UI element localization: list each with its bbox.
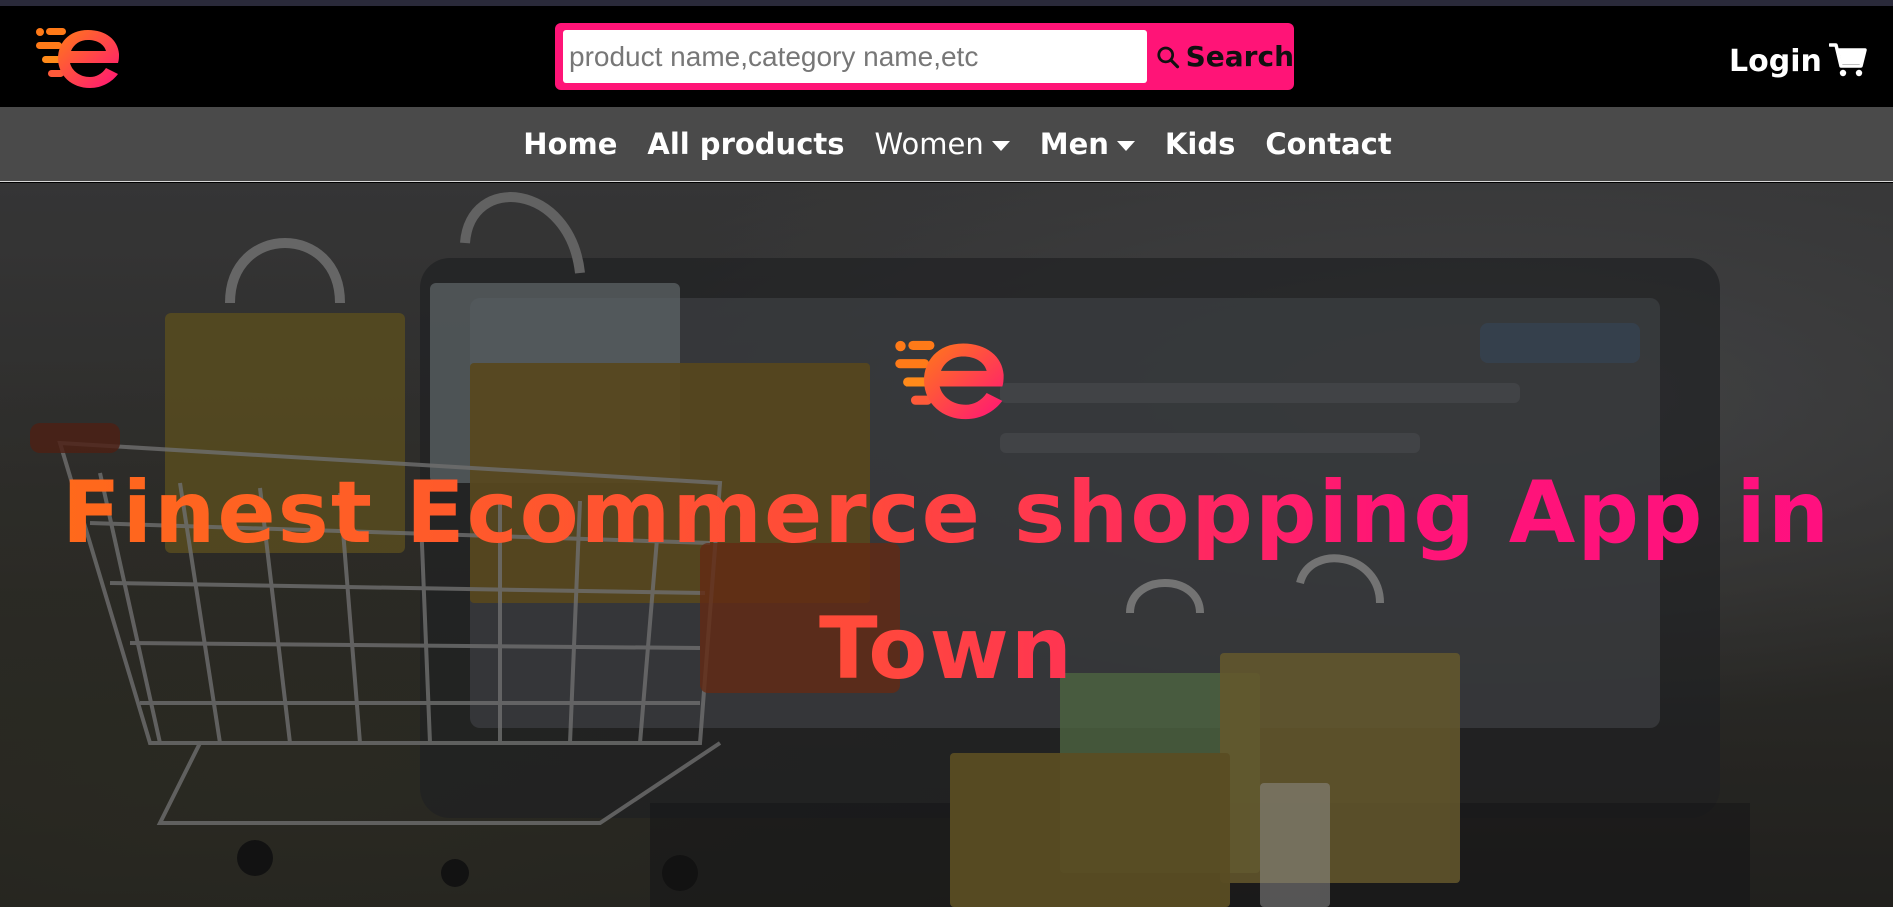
nav-item-label: Men [1039,127,1109,161]
nav-item-men[interactable]: Men [1040,127,1135,161]
caret-down-icon [1116,140,1135,151]
main-nav: Home All products Women Men Kids Contact [0,107,1893,182]
login-link[interactable]: Login [1729,44,1822,79]
search-button-label: Search [1185,40,1294,73]
nav-item-contact[interactable]: Contact [1265,127,1391,161]
nav-item-all-products[interactable]: All products [647,127,844,161]
brand-logo-icon[interactable] [32,22,120,94]
nav-item-label: Contact [1265,127,1392,161]
site-header: Search Login [0,6,1893,107]
nav-item-label: Home [523,127,618,161]
nav-item-label: All products [647,127,845,161]
cart-icon[interactable] [1829,42,1867,78]
hero-banner: Finest Ecommerce shopping App in Town [0,183,1893,907]
hero-title: Finest Ecommerce shopping App in Town [40,445,1853,717]
nav-item-home[interactable]: Home [523,127,617,161]
hero-logo-icon [895,340,1004,420]
nav-item-label: Kids [1164,127,1236,161]
nav-item-label: Women [874,127,984,161]
search-button[interactable]: Search [1152,29,1294,84]
search-bar: Search [555,23,1294,90]
search-input[interactable] [563,30,1147,83]
nav-item-women[interactable]: Women [875,127,1010,161]
caret-down-icon [991,140,1010,151]
nav-item-kids[interactable]: Kids [1165,127,1235,161]
search-icon [1157,46,1180,68]
